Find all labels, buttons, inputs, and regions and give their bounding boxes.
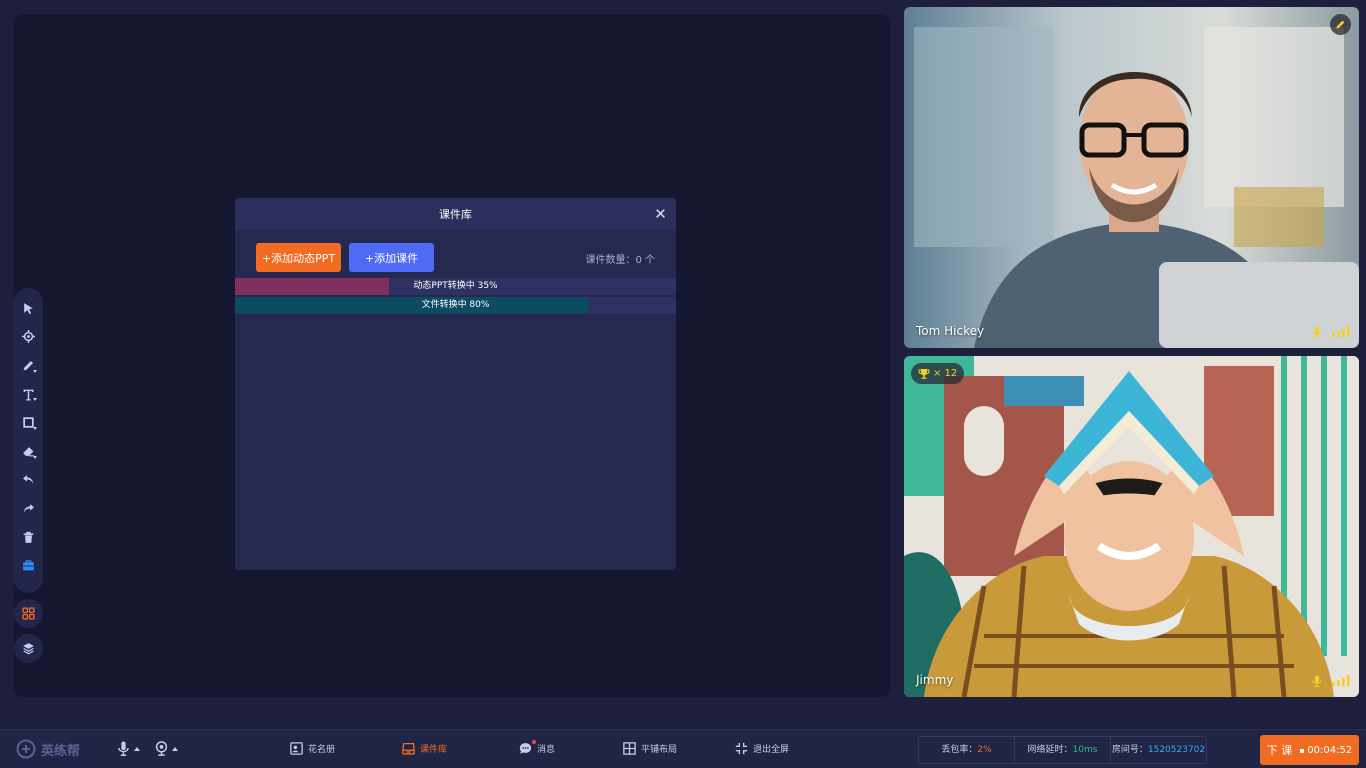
room-id-stat: 房间号：1520523702: [1111, 736, 1206, 764]
layers-button[interactable]: [14, 634, 43, 663]
camera-control[interactable]: [155, 741, 178, 756]
shape-tool[interactable]: [14, 408, 43, 437]
latency-label: 网络延时：: [1027, 745, 1073, 755]
toolbox-tool[interactable]: [14, 551, 43, 580]
laser-tool[interactable]: [14, 323, 43, 352]
recording-indicator: [1300, 748, 1305, 753]
apps-button[interactable]: [14, 599, 43, 628]
undo-tool[interactable]: [14, 466, 43, 495]
signal-strength-icon: [1332, 326, 1350, 337]
packet-loss-stat: 丢包率：2%: [919, 736, 1015, 764]
shape-options-caret: [33, 426, 37, 430]
brand-name: 英练帮: [41, 743, 81, 759]
packet-loss-label: 丢包率：: [941, 745, 978, 755]
drawing-toolbar: [14, 288, 43, 593]
add-dynamic-ppt-button[interactable]: +添加动态PPT: [256, 243, 341, 272]
room-id-label: 房间号：: [1111, 745, 1148, 755]
room-id-value: 1520523702: [1147, 745, 1206, 755]
draw-permission-badge[interactable]: [1330, 14, 1351, 35]
nav-exit-fullscreen[interactable]: 退出全屏: [735, 742, 789, 755]
nav-tile-layout-label: 平铺布局: [641, 745, 678, 755]
end-class-button[interactable]: 下 课 00:04:52: [1260, 735, 1359, 765]
microphone-control[interactable]: [117, 741, 140, 756]
layers-icon: [23, 643, 34, 655]
ppt-progress-label: 动态PPT转换中 35%: [413, 281, 498, 291]
close-icon[interactable]: [654, 207, 667, 220]
teacher-video-tile[interactable]: Tom Hickey: [904, 7, 1359, 348]
redo-tool[interactable]: [14, 494, 43, 523]
student-video-feed: [904, 356, 1359, 697]
pen-tool[interactable]: [14, 351, 43, 380]
class-timer: 00:04:52: [1300, 745, 1352, 756]
crosshair-icon: [22, 330, 35, 344]
roster-icon: [290, 742, 303, 755]
courseware-icon: [402, 742, 415, 755]
text-options-caret: [33, 398, 37, 402]
file-progress-label: 文件转换中 80%: [421, 300, 490, 310]
unread-dot: [532, 740, 536, 744]
bottom-bar: 英练帮 花名册 课件库 消息 平铺布局 退出全屏 丢包率：2% 网络延时：10m…: [0, 729, 1366, 768]
ppt-conversion-progress: 动态PPT转换中 35%: [235, 278, 676, 295]
webcam-icon: [155, 741, 168, 756]
modal-title: 课件库: [439, 208, 472, 221]
student-video-tile[interactable]: × 12 Jimmy: [904, 356, 1359, 697]
pen-options-caret: [33, 369, 37, 373]
courseware-count: 课件数量：0 个: [585, 255, 655, 266]
nav-message[interactable]: 消息: [519, 740, 556, 755]
file-conversion-progress: 文件转换中 80%: [235, 297, 676, 314]
brand-logo-icon: [16, 739, 36, 759]
microphone-icon[interactable]: [1311, 326, 1323, 338]
packet-loss-value: 2%: [977, 745, 992, 755]
signal-strength-icon: [1332, 675, 1350, 686]
eraser-tool[interactable]: [14, 437, 43, 466]
teacher-video-feed: [904, 7, 1359, 348]
nav-message-label: 消息: [537, 745, 556, 755]
class-timer-value: 00:04:52: [1307, 744, 1353, 756]
participant-name: Jimmy: [916, 673, 954, 687]
latency-value: 10ms: [1072, 745, 1098, 755]
nav-roster[interactable]: 花名册: [290, 742, 335, 755]
eraser-options-caret: [33, 455, 37, 459]
trophy-count: × 12: [933, 368, 958, 379]
undo-icon: [23, 475, 34, 485]
modal-actions: +添加动态PPT +添加课件: [256, 243, 434, 272]
trash-icon: [23, 531, 34, 543]
add-courseware-button[interactable]: +添加课件: [349, 243, 434, 272]
latency-stat: 网络延时：10ms: [1015, 736, 1111, 764]
microphone-icon: [118, 741, 129, 756]
nav-courseware-label: 课件库: [420, 745, 448, 755]
grid-icon: [22, 607, 35, 620]
trophy-badge: × 12: [911, 363, 965, 384]
courseware-library-modal: 课件库 +添加动态PPT +添加课件 课件数量：0 个 动态PPT转换中 35%…: [235, 198, 676, 570]
nav-courseware[interactable]: 课件库: [402, 742, 447, 755]
exit-fullscreen-icon: [735, 742, 748, 755]
pencil-icon: [1336, 20, 1345, 29]
participant-name: Tom Hickey: [916, 324, 985, 338]
chevron-up-icon: [172, 746, 178, 751]
text-tool[interactable]: [14, 380, 43, 409]
redo-icon: [23, 504, 34, 513]
cursor-icon: [24, 302, 33, 314]
nav-exit-fullscreen-label: 退出全屏: [753, 745, 790, 755]
toolbox-icon: [23, 560, 34, 571]
brand-logo: 英练帮: [15, 739, 80, 759]
nav-roster-label: 花名册: [308, 745, 336, 755]
trophy-icon: [918, 369, 930, 379]
nav-tile-layout[interactable]: 平铺布局: [623, 742, 677, 755]
network-stats: 丢包率：2% 网络延时：10ms 房间号：1520523702: [918, 736, 1207, 764]
modal-header: 课件库: [235, 198, 676, 230]
microphone-icon[interactable]: [1311, 675, 1323, 687]
clear-tool[interactable]: [14, 523, 43, 552]
tile-layout-icon: [623, 742, 636, 755]
select-tool[interactable]: [14, 294, 43, 323]
chevron-up-icon: [134, 746, 140, 751]
message-icon: [519, 743, 532, 754]
end-class-label: 下 课: [1266, 744, 1293, 757]
